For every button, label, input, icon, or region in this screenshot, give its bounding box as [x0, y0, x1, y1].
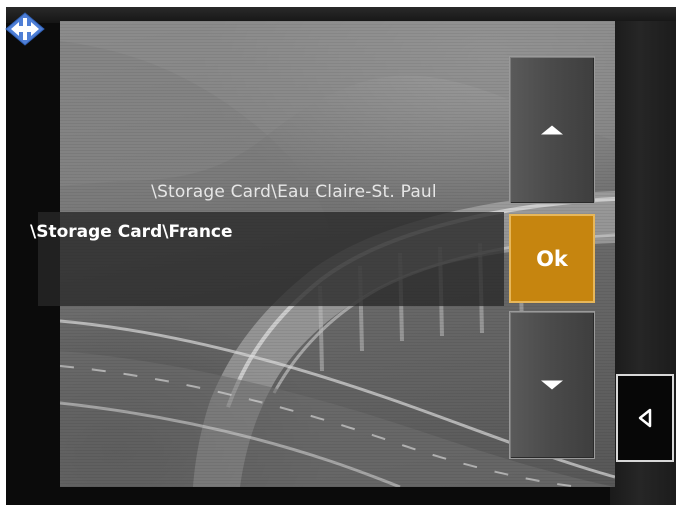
triangle-up-icon	[541, 125, 563, 135]
device-screen: \Storage Card\Eau Claire-St. Paul \Stora…	[6, 7, 676, 505]
back-button[interactable]	[616, 374, 674, 462]
ok-button[interactable]: Ok	[509, 214, 595, 303]
ok-button-label: Ok	[536, 246, 568, 271]
scroll-down-button[interactable]	[509, 311, 595, 459]
triangle-down-icon	[541, 380, 563, 390]
list-item[interactable]: \Storage Card\Eau Claire-St. Paul	[74, 182, 514, 202]
selected-list-item[interactable]: \Storage Card\France	[30, 222, 233, 242]
triangle-left-icon	[638, 408, 652, 428]
scroll-up-button[interactable]	[509, 56, 595, 204]
navigation-diamond-logo-icon[interactable]	[5, 12, 45, 46]
